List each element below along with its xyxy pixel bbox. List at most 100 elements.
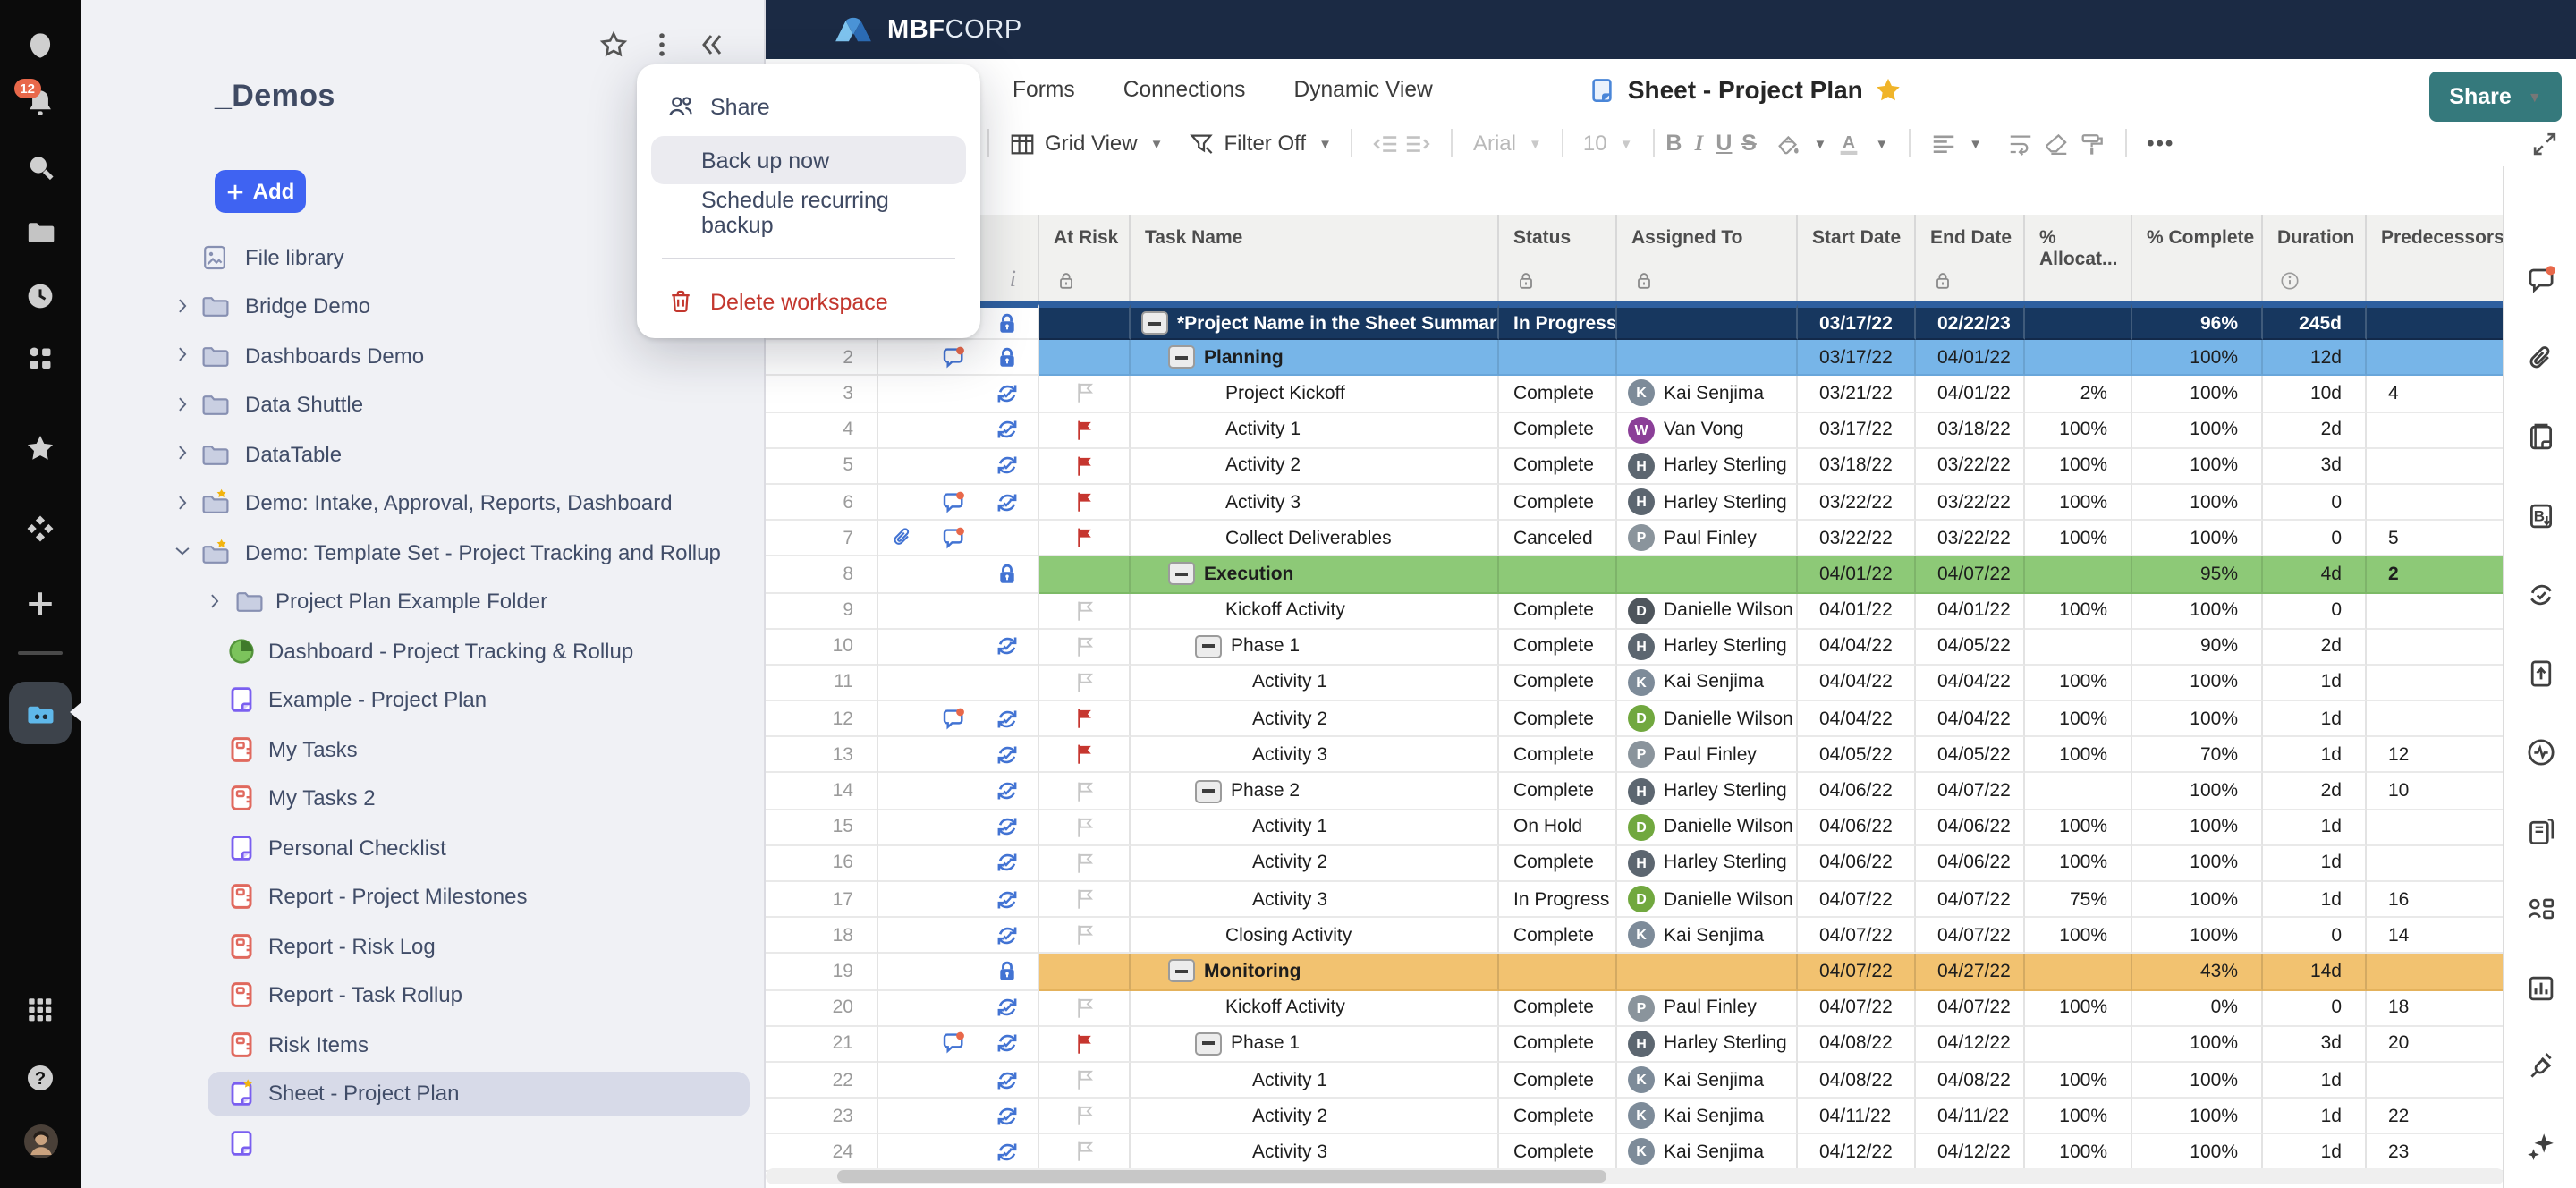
duration-cell[interactable]: 4d: [2263, 556, 2367, 593]
end-date-cell[interactable]: 03/22/22: [1916, 484, 2025, 522]
end-date-cell[interactable]: 04/01/22: [1916, 593, 2025, 630]
start-date-cell[interactable]: 04/06/22: [1798, 810, 1916, 846]
end-date-cell[interactable]: 04/07/22: [1916, 882, 2025, 919]
end-date-cell[interactable]: 04/01/22: [1916, 340, 2025, 377]
row-number-cell[interactable]: 12: [766, 701, 878, 738]
flag-gray-icon[interactable]: [1072, 1068, 1096, 1091]
start-date-cell[interactable]: 04/08/22: [1798, 1026, 1916, 1063]
at-risk-cell[interactable]: [1039, 1134, 1131, 1171]
end-date-cell[interactable]: 04/08/22: [1916, 1062, 2025, 1099]
sync-icon[interactable]: [995, 634, 1020, 659]
status-cell[interactable]: Complete: [1499, 593, 1617, 630]
status-cell[interactable]: On Hold: [1499, 810, 1617, 846]
predecessors-cell[interactable]: [2367, 412, 2504, 449]
predecessors-cell[interactable]: [2367, 593, 2504, 630]
column-header--allocat-[interactable]: % Allocat...: [2025, 215, 2132, 301]
row-lock-icon[interactable]: [995, 310, 1020, 335]
predecessors-cell[interactable]: 20: [2367, 1027, 2504, 1063]
sync-icon[interactable]: [995, 887, 1020, 912]
column-header-duration[interactable]: Duration: [2263, 215, 2367, 301]
allocation-cell[interactable]: 100%: [2025, 448, 2132, 485]
right-rail-card-view-icon[interactable]: [2525, 816, 2555, 846]
status-cell[interactable]: Complete: [1499, 484, 1617, 522]
percent-complete-cell[interactable]: 43%: [2132, 954, 2263, 991]
sidebar-item[interactable]: [80, 1118, 764, 1167]
assigned-to-cell[interactable]: K Kai Senjima: [1617, 665, 1798, 702]
start-date-cell[interactable]: 04/07/22: [1798, 918, 1916, 955]
duration-cell[interactable]: 0: [2263, 521, 2367, 557]
sync-icon[interactable]: [995, 417, 1020, 442]
more-options-button[interactable]: •••: [2147, 131, 2174, 156]
predecessors-cell[interactable]: [2367, 666, 2504, 702]
start-date-cell[interactable]: 03/17/22: [1798, 412, 1916, 449]
task-name-cell[interactable]: Activity 3: [1131, 484, 1499, 522]
right-rail-proofs-icon[interactable]: [2525, 422, 2555, 453]
tab-forms[interactable]: Forms: [1013, 77, 1075, 102]
flag-red-icon[interactable]: [1072, 418, 1096, 441]
chevron-right-icon[interactable]: [174, 395, 191, 412]
allocation-cell[interactable]: 100%: [2025, 701, 2132, 738]
task-name-cell[interactable]: Kickoff Activity: [1131, 990, 1499, 1027]
task-name-cell[interactable]: Kickoff Activity: [1131, 593, 1499, 630]
duration-cell[interactable]: 1d: [2263, 737, 2367, 774]
view-switcher[interactable]: Grid View ▼: [1009, 130, 1163, 157]
flag-gray-icon[interactable]: [1072, 852, 1096, 875]
start-date-cell[interactable]: 03/18/22: [1798, 448, 1916, 485]
end-date-cell[interactable]: 04/07/22: [1916, 918, 2025, 955]
assigned-to-cell[interactable]: K Kai Senjima: [1617, 1099, 1798, 1135]
flag-gray-icon[interactable]: [1072, 996, 1096, 1019]
assigned-to-cell[interactable]: H Harley Sterling: [1617, 773, 1798, 810]
predecessors-cell[interactable]: [2367, 304, 2504, 341]
end-date-cell[interactable]: 02/22/23: [1916, 304, 2025, 341]
predecessors-cell[interactable]: 2: [2367, 556, 2504, 593]
flag-gray-icon[interactable]: [1072, 924, 1096, 947]
allocation-cell[interactable]: 100%: [2025, 412, 2132, 449]
allocation-cell[interactable]: 100%: [2025, 810, 2132, 846]
duration-cell[interactable]: 0: [2263, 593, 2367, 630]
task-name-cell[interactable]: Phase 1: [1131, 1026, 1499, 1063]
rail-item-members[interactable]: [0, 344, 80, 374]
chevron-right-icon[interactable]: [174, 296, 191, 314]
sidebar-item[interactable]: Demo: Intake, Approval, Reports, Dashboa…: [80, 479, 764, 528]
percent-complete-cell[interactable]: 0%: [2132, 990, 2263, 1027]
comment-icon[interactable]: [940, 489, 965, 514]
allocation-cell[interactable]: [2025, 1026, 2132, 1063]
duration-cell[interactable]: 10d: [2263, 376, 2367, 413]
duration-cell[interactable]: 1d: [2263, 1062, 2367, 1099]
status-cell[interactable]: Complete: [1499, 737, 1617, 774]
collapse-icon[interactable]: [1168, 562, 1195, 586]
task-name-cell[interactable]: Activity 3: [1131, 737, 1499, 774]
outdent-button[interactable]: [1373, 130, 1400, 157]
task-name-cell[interactable]: Activity 1: [1131, 1062, 1499, 1099]
at-risk-cell[interactable]: [1039, 593, 1131, 630]
row-number-cell[interactable]: 9: [766, 593, 878, 630]
underline-button[interactable]: U: [1711, 131, 1736, 156]
row-lock-icon[interactable]: [995, 959, 1020, 984]
end-date-cell[interactable]: 04/06/22: [1916, 845, 2025, 882]
duration-cell[interactable]: 1d: [2263, 845, 2367, 882]
at-risk-cell[interactable]: [1039, 304, 1131, 341]
status-cell[interactable]: Canceled: [1499, 521, 1617, 557]
format-painter-button[interactable]: [2079, 130, 2106, 157]
flag-gray-icon[interactable]: [1072, 887, 1096, 911]
menu-item-schedule-backup[interactable]: Schedule recurring backup: [651, 187, 966, 237]
column-header-start-date[interactable]: Start Date: [1798, 215, 1916, 301]
add-button[interactable]: Add: [215, 170, 306, 213]
assigned-to-cell[interactable]: P Paul Finley: [1617, 521, 1798, 557]
status-cell[interactable]: [1499, 954, 1617, 991]
start-date-cell[interactable]: 04/04/22: [1798, 665, 1916, 702]
font-family-select[interactable]: Arial ▼: [1473, 131, 1542, 156]
start-date-cell[interactable]: 03/17/22: [1798, 304, 1916, 341]
assigned-to-cell[interactable]: W Van Vong: [1617, 412, 1798, 449]
at-risk-cell[interactable]: [1039, 773, 1131, 810]
sync-icon[interactable]: [995, 851, 1020, 876]
start-date-cell[interactable]: 03/22/22: [1798, 484, 1916, 522]
duration-cell[interactable]: 1d: [2263, 810, 2367, 846]
at-risk-cell[interactable]: [1039, 448, 1131, 485]
assigned-to-cell[interactable]: K Kai Senjima: [1617, 1062, 1798, 1099]
assigned-to-cell[interactable]: D Danielle Wilson: [1617, 810, 1798, 846]
start-date-cell[interactable]: 04/06/22: [1798, 845, 1916, 882]
at-risk-cell[interactable]: [1039, 1026, 1131, 1063]
rail-item-notifications[interactable]: 12: [0, 79, 80, 118]
collapse-sidebar-icon[interactable]: [696, 30, 724, 59]
